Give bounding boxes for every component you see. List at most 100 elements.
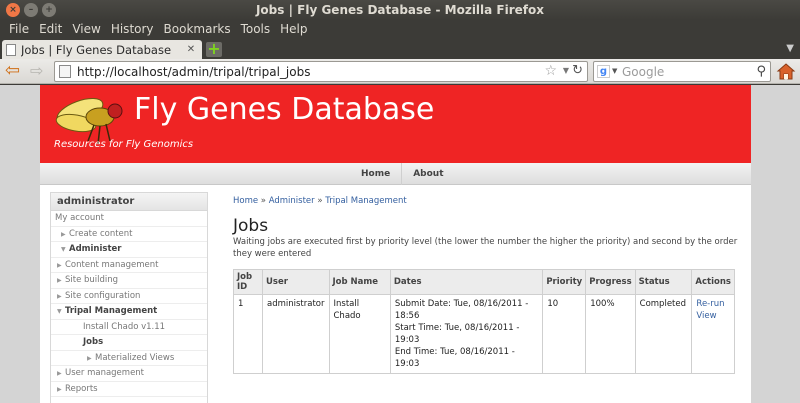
url-history-dropdown-icon[interactable]: ▼ (563, 66, 569, 75)
collapsed-arrow-icon: ▶ (87, 354, 92, 362)
breadcrumb: Home » Administer » Tripal Management (233, 196, 407, 206)
site-identity-icon[interactable] (59, 65, 71, 78)
sidebar-item-content-management[interactable]: ▶ Content management (51, 258, 207, 273)
end-time: End Time: Tue, 08/16/2011 - 19:03 (394, 347, 515, 369)
user-menu-block: administrator My account ▶ Create content ▼… (50, 192, 208, 403)
sidebar-item-label: My account (55, 213, 104, 223)
nav-home-link[interactable]: Home (350, 163, 401, 185)
sidebar-item-administer[interactable]: ▼ Administer (51, 242, 207, 258)
job-status-cell: Completed (634, 294, 693, 374)
collapsed-arrow-icon: ▶ (57, 292, 62, 300)
sidebar-item-jobs[interactable]: Jobs (51, 335, 207, 351)
url-text[interactable]: http://localhost/admin/tripal/tripal_job… (77, 65, 310, 79)
col-progress: Progress (585, 269, 636, 295)
collapsed-arrow-icon: ▶ (57, 385, 62, 393)
reload-icon[interactable]: ↻ (572, 63, 583, 78)
sidebar-item-site-building[interactable]: ▶ Site building (51, 273, 207, 289)
home-icon[interactable] (776, 62, 796, 81)
search-bar[interactable]: g ▼ Google ⚲ (593, 61, 771, 82)
sidebar-item-label: Tripal Management (65, 306, 158, 316)
sidebar-item-label: User management (65, 368, 145, 378)
col-actions: Actions (691, 269, 735, 295)
search-input[interactable]: Google (622, 65, 664, 79)
sidebar-item-tripal-management[interactable]: ▼ Tripal Management (51, 304, 207, 320)
sidebar-item-label: Site building (65, 275, 119, 285)
job-user-cell: administrator (262, 294, 330, 374)
nav-about-link[interactable]: About (401, 163, 454, 185)
job-dates-cell: Submit Date: Tue, 08/16/2011 - 18:56 Sta… (389, 294, 544, 374)
primary-navigation: Home About (40, 163, 751, 185)
sidebar-item-site-configuration[interactable]: ▶ Site configuration (51, 289, 207, 304)
sidebar-item-materialized-views[interactable]: ▶ Materialized Views (51, 351, 207, 366)
close-tab-icon[interactable]: ✕ (184, 43, 198, 57)
job-id-cell: 1 (233, 294, 263, 374)
menu-tools[interactable]: Tools (236, 20, 276, 39)
back-button[interactable]: ⇦ (5, 62, 25, 80)
bookmark-star-icon[interactable]: ☆ (544, 63, 557, 79)
expanded-arrow-icon: ▼ (61, 246, 66, 253)
table-row: 1 administrator Install Chado Submit Dat… (233, 294, 735, 374)
start-time: Start Time: Tue, 08/16/2011 - 19:03 (394, 323, 520, 345)
page-title: Jobs (233, 216, 269, 236)
sidebar-item-label: Administer (69, 244, 122, 254)
breadcrumb-administer-link[interactable]: Administer (269, 196, 315, 206)
sidebar-item-my-account[interactable]: My account (51, 211, 207, 227)
sidebar-item-label: Materialized Views (95, 352, 175, 363)
collapsed-arrow-icon: ▶ (61, 230, 66, 238)
sidebar-title: administrator (51, 193, 207, 211)
page-container: Fly Genes Database Resources for Fly Gen… (40, 85, 751, 403)
tab-strip: Jobs | Fly Genes Database ✕ + ▼ (0, 39, 800, 59)
site-slogan: Resources for Fly Genomics (54, 139, 194, 150)
url-bar[interactable]: http://localhost/admin/tripal/tripal_job… (54, 61, 588, 82)
job-name-cell: Install Chado (328, 294, 391, 374)
sidebar-item-label: Site configuration (65, 290, 141, 301)
sidebar-item-label: Reports (65, 383, 98, 394)
table-header-row: Job ID User Job Name Dates Priority Prog… (233, 269, 735, 295)
sidebar-item-reports[interactable]: ▶ Reports (51, 382, 207, 397)
engine-dropdown-icon[interactable]: ▼ (612, 67, 617, 75)
collapsed-arrow-icon: ▶ (57, 370, 62, 377)
col-user: User (262, 269, 330, 295)
menu-bookmarks[interactable]: Bookmarks (159, 20, 236, 39)
site-header: Fly Genes Database Resources for Fly Gen… (40, 85, 751, 163)
menu-view[interactable]: View (67, 20, 105, 39)
sidebar-item-install-chado-v1-11[interactable]: Install Chado v1.11 (51, 320, 207, 335)
window-titlebar: × – + Jobs | Fly Genes Database - Mozill… (0, 0, 800, 20)
sidebar-item-label: Install Chado v1.11 (83, 321, 166, 332)
sidebar-item-label: Create content (69, 228, 133, 239)
sidebar-item-create-content[interactable]: ▶ Create content (51, 227, 207, 242)
job-priority-cell: 10 (542, 294, 587, 374)
job-actions-cell: Re-run View (691, 294, 735, 374)
col-priority: Priority (542, 269, 587, 295)
sidebar-item-label: Content management (65, 259, 159, 270)
menubar: File Edit View History Bookmarks Tools H… (0, 20, 800, 39)
menu-edit[interactable]: Edit (34, 20, 67, 39)
sidebar-item-user-management[interactable]: ▶ User management (51, 366, 207, 382)
sidebar-menu: My account ▶ Create content ▼ Administer ▶ Con… (51, 211, 207, 397)
menu-help[interactable]: Help (275, 20, 312, 39)
page-favicon-icon (6, 43, 16, 56)
job-progress-cell: 100% (585, 294, 636, 374)
menu-file[interactable]: File (4, 20, 34, 39)
search-icon[interactable]: ⚲ (756, 64, 766, 79)
col-job-name: Job Name (328, 269, 391, 295)
tab-jobs[interactable]: Jobs | Fly Genes Database ✕ (2, 40, 202, 59)
help-text: Waiting jobs are executed first by prior… (233, 237, 738, 259)
new-tab-button[interactable]: + (206, 41, 222, 57)
rerun-link[interactable]: Re-run (696, 298, 730, 310)
window-title: Jobs | Fly Genes Database - Mozilla Fire… (255, 3, 545, 17)
menu-history[interactable]: History (106, 20, 159, 39)
breadcrumb-home-link[interactable]: Home (233, 196, 258, 206)
collapsed-arrow-icon: ▶ (57, 277, 62, 284)
view-link[interactable]: View (696, 310, 730, 322)
col-dates: Dates (389, 269, 544, 295)
google-engine-icon[interactable]: g (597, 65, 610, 78)
jobs-table: Job ID User Job Name Dates Priority Prog… (233, 269, 735, 374)
site-name[interactable]: Fly Genes Database (134, 92, 434, 127)
breadcrumb-tripal-link[interactable]: Tripal Management (325, 196, 406, 206)
page-viewport: Fly Genes Database Resources for Fly Gen… (0, 85, 800, 403)
tab-list-icon[interactable]: ▼ (786, 43, 794, 54)
forward-button[interactable]: ⇨ (30, 62, 48, 80)
navigation-toolbar: ⇦ ⇨ http://localhost/admin/tripal/tripal… (0, 59, 800, 84)
sidebar-item-label: Jobs (83, 337, 104, 347)
